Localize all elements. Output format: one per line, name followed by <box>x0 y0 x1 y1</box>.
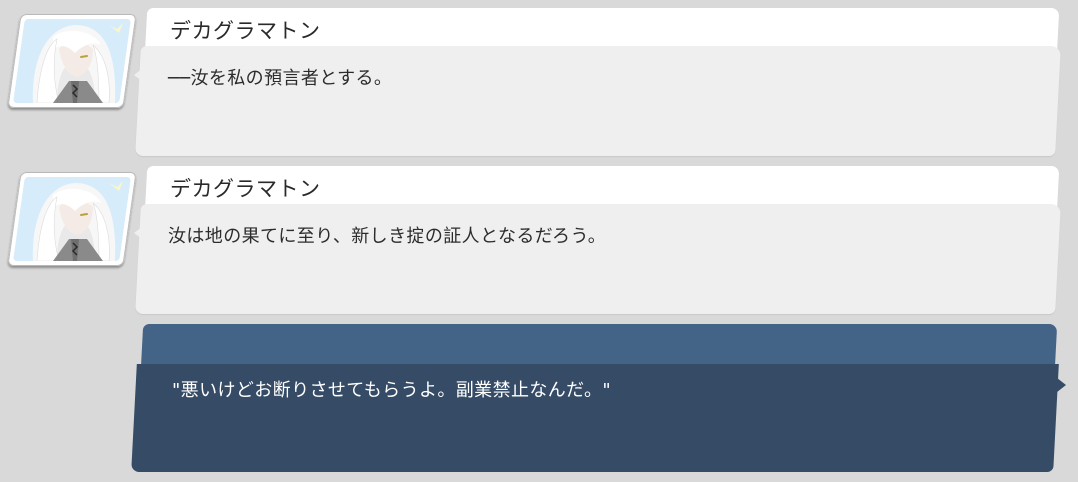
speaker-name: デカグラマトン <box>170 177 321 201</box>
bubble-tail <box>134 66 146 84</box>
message-text: 汝は地の果てに至り、新しき掟の証人となるだろう。 <box>168 226 607 247</box>
reply-text: "悪いけどお断りさせてもらうよ。副業禁止なんだ。" <box>172 380 612 401</box>
message-text: ──汝を私の預言者とする。 <box>168 68 393 89</box>
speech-bubble <box>135 204 1061 314</box>
character-portrait-icon <box>13 177 131 261</box>
avatar <box>7 14 137 108</box>
reply-choice-button[interactable]: "悪いけどお断りさせてもらうよ。副業禁止なんだ。" <box>128 324 1068 474</box>
speaker-name: デカグラマトン <box>170 19 321 43</box>
speech-bubble <box>135 46 1061 156</box>
avatar <box>7 172 137 266</box>
character-portrait-icon <box>13 19 131 103</box>
bubble-tail <box>134 224 146 242</box>
reply-tail <box>1052 374 1066 396</box>
